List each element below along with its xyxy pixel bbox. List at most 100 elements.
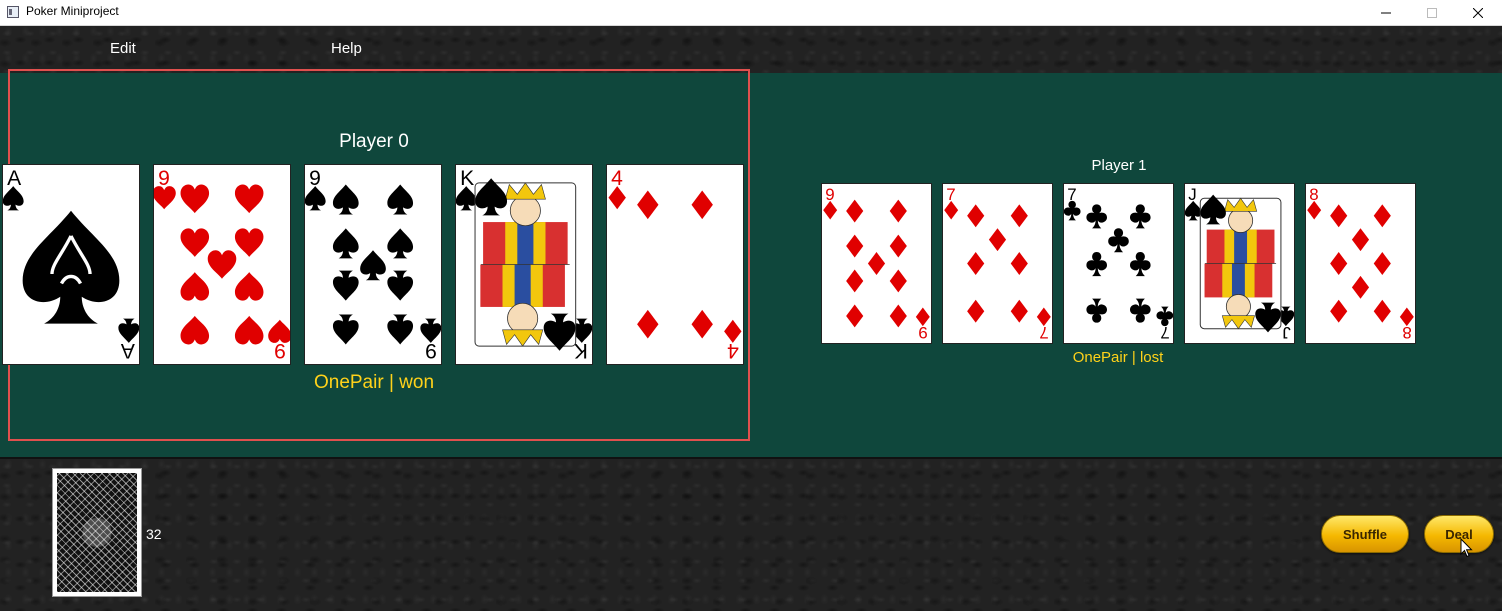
heart-pip <box>234 184 264 214</box>
club-pip <box>1129 252 1151 277</box>
spade-pip <box>360 250 386 281</box>
player-0-label: Player 0 <box>339 131 409 152</box>
club-pip <box>1086 204 1108 229</box>
card-back-pattern <box>57 473 137 592</box>
club-pip <box>1129 204 1151 229</box>
diamond-pip <box>889 304 907 328</box>
diamond-pip <box>1373 204 1391 228</box>
diamond-pip <box>846 304 864 328</box>
heart-pip <box>180 272 210 301</box>
heart-pip <box>234 228 264 257</box>
menu-bar: Edit Help <box>0 26 1502 73</box>
heart-pip <box>207 250 237 279</box>
player-0-card-2[interactable]: 99 <box>153 164 291 365</box>
player-1-label: Player 1 <box>1091 157 1147 174</box>
diamond-pip <box>1373 299 1391 323</box>
corner-heart-icon <box>268 319 290 343</box>
spade-icon: JJ <box>1185 185 1294 342</box>
diamond-pip <box>967 299 985 323</box>
diamond-pip <box>967 252 985 275</box>
close-icon <box>1473 8 1483 18</box>
spade-icon: 99 <box>305 167 441 362</box>
app-icon <box>7 6 19 18</box>
window-title: Poker Miniproject <box>26 4 119 18</box>
diamond-pip <box>691 190 713 220</box>
menu-edit[interactable]: Edit <box>110 40 136 57</box>
spade-pip <box>332 314 359 345</box>
diamond-pip <box>1010 204 1028 228</box>
mouse-cursor-icon <box>1460 538 1473 558</box>
diamond-pip <box>889 199 907 223</box>
player-1-result: OnePair | lost <box>1072 349 1164 366</box>
player-0-card-3[interactable]: 99 <box>304 164 442 365</box>
title-bar: Poker Miniproject <box>0 0 1502 26</box>
control-bar <box>0 457 1502 611</box>
diamond-pip <box>988 228 1007 252</box>
spade-pip <box>387 314 414 345</box>
corner-heart-icon <box>154 186 176 210</box>
spade-icon: AA <box>3 167 139 362</box>
close-button[interactable] <box>1455 0 1501 26</box>
player-1-card-4[interactable]: JJ <box>1184 183 1295 344</box>
player-0-result: OnePair | won <box>313 372 435 393</box>
maximize-button[interactable] <box>1409 0 1455 26</box>
club-pip <box>1129 298 1151 323</box>
player-1-card-1[interactable]: 99 <box>821 183 932 344</box>
card-rank: K <box>460 167 474 190</box>
club-pip <box>1108 228 1129 253</box>
diamond-pip <box>1373 252 1391 275</box>
diamond-pip <box>889 234 907 258</box>
spade-pip <box>332 270 359 301</box>
deck-pile[interactable] <box>52 468 142 597</box>
spade-pip <box>332 228 359 259</box>
heart-icon: 99 <box>154 167 290 362</box>
diamond-pip <box>637 190 659 220</box>
player-0-card-5[interactable]: 44 <box>606 164 744 365</box>
diamond-pip <box>1330 252 1348 275</box>
player-0-card-4[interactable]: KK <box>455 164 593 365</box>
diamond-pip <box>1010 252 1028 275</box>
diamond-pip <box>846 269 864 293</box>
diamond-pip <box>846 199 864 223</box>
spade-icon: KK <box>456 167 592 362</box>
minimize-button[interactable] <box>1363 0 1409 26</box>
heart-pip <box>180 228 210 257</box>
player-1-card-3[interactable]: 77 <box>1063 183 1174 344</box>
card-rank: J <box>1188 185 1196 204</box>
diamond-icon: 77 <box>944 185 1051 342</box>
diamond-pip <box>1010 299 1028 323</box>
diamond-pip <box>637 309 659 339</box>
diamond-pip <box>846 234 864 258</box>
heart-pip <box>180 184 210 214</box>
player-0-card-1[interactable]: AA <box>2 164 140 365</box>
heart-pip <box>180 315 210 345</box>
diamond-pip <box>1330 299 1348 323</box>
player-1-card-5[interactable]: 88 <box>1305 183 1416 344</box>
shuffle-button[interactable]: Shuffle <box>1321 515 1409 553</box>
minimize-icon <box>1381 12 1391 14</box>
diamond-icon: 99 <box>823 185 930 342</box>
menu-help[interactable]: Help <box>331 40 362 57</box>
card-rank: A <box>120 339 135 362</box>
diamond-pip <box>1351 275 1370 299</box>
spade-pip <box>332 184 359 215</box>
diamond-pip <box>691 309 713 339</box>
diamond-pip <box>867 252 886 275</box>
heart-pip <box>234 272 264 301</box>
spade-pip <box>387 184 414 215</box>
diamond-pip <box>1351 228 1370 252</box>
card-rank: J <box>1282 323 1290 342</box>
card-rank: A <box>7 167 22 190</box>
club-pip <box>1086 298 1108 323</box>
spade-pip <box>387 228 414 259</box>
club-pip <box>1086 252 1108 277</box>
deck-count: 32 <box>146 526 162 542</box>
player-1-card-2[interactable]: 77 <box>942 183 1053 344</box>
spade-pip <box>387 270 414 301</box>
diamond-pip <box>1330 204 1348 228</box>
heart-pip <box>234 315 264 345</box>
diamond-pip <box>889 269 907 293</box>
ace-spade-icon <box>22 210 120 324</box>
deal-button[interactable]: Deal <box>1424 515 1494 553</box>
club-icon: 77 <box>1064 185 1173 342</box>
